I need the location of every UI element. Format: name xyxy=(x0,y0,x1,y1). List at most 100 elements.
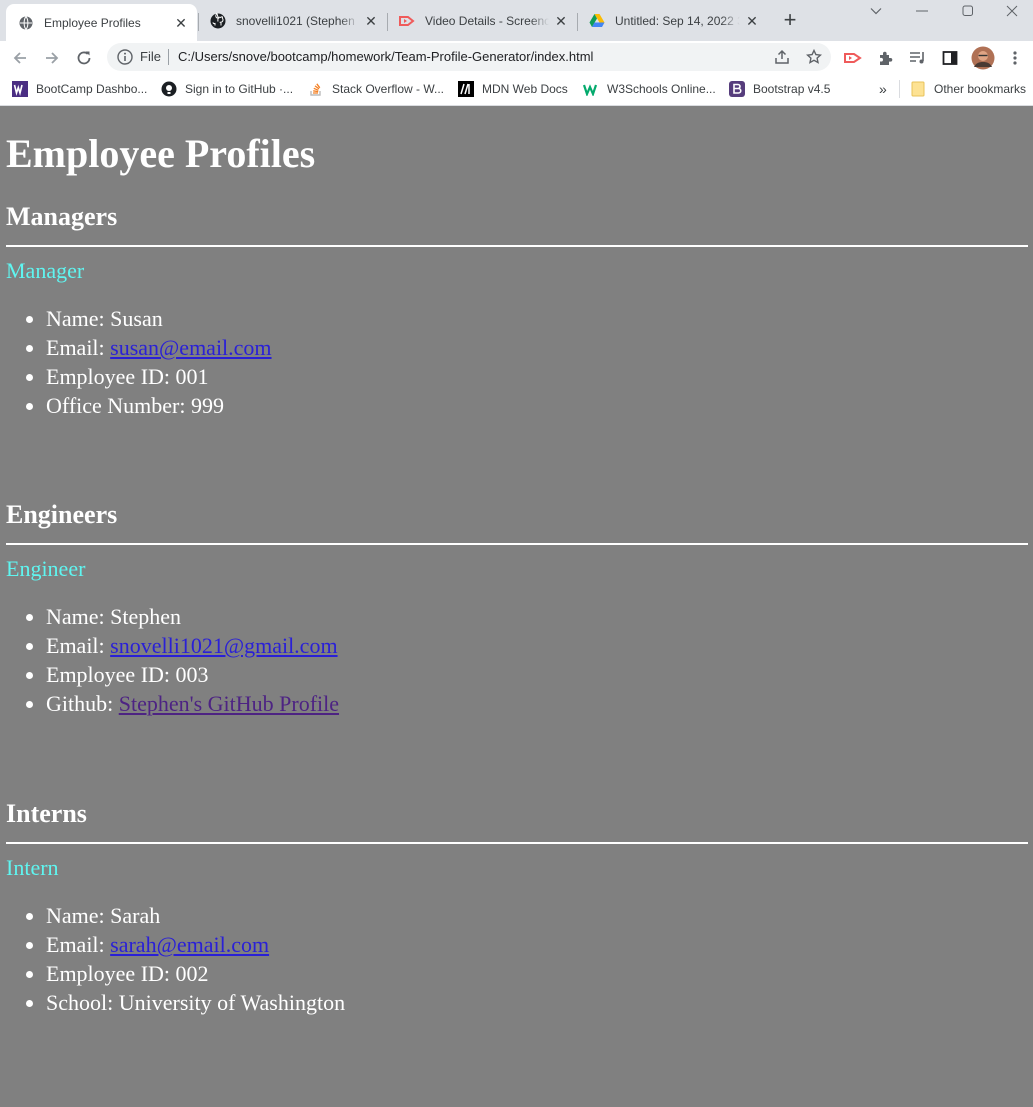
info-icon[interactable] xyxy=(117,49,133,65)
employee-name: Sarah xyxy=(110,903,161,928)
github-profile-link[interactable]: Stephen's GitHub Profile xyxy=(119,691,339,716)
browser-chrome: Employee Profiles ✕ snovelli1021 (Stephe… xyxy=(0,0,1033,106)
bootcamp-icon xyxy=(12,81,28,97)
office-number-item: Office Number: 999 xyxy=(46,391,272,420)
globe-icon xyxy=(18,15,34,31)
bookmarks-overflow-button[interactable]: » xyxy=(879,80,887,98)
address-bar[interactable]: File C:/Users/snove/bootcamp/homework/Te… xyxy=(107,43,831,71)
more-menu-icon[interactable] xyxy=(1005,48,1025,68)
close-window-icon[interactable] xyxy=(989,0,1033,22)
name-item: Name: Susan xyxy=(46,304,272,333)
close-tab-icon[interactable]: ✕ xyxy=(553,13,569,29)
tab-video-details[interactable]: Video Details - Screenca ✕ xyxy=(387,6,577,36)
bookmark-stackoverflow[interactable]: Stack Overflow - W... xyxy=(308,80,444,98)
tab-title: Untitled: Sep 14, 2022 3 xyxy=(615,14,740,28)
mdn-icon xyxy=(458,81,474,97)
email-link[interactable]: snovelli1021@gmail.com xyxy=(110,633,337,658)
employee-id: 003 xyxy=(175,662,209,687)
page-title: Employee Profiles xyxy=(6,131,316,176)
tab-strip: Employee Profiles ✕ snovelli1021 (Stephe… xyxy=(0,0,1033,41)
role-title: Engineer xyxy=(6,556,86,581)
stackoverflow-icon xyxy=(308,81,324,97)
name-item: Name: Stephen xyxy=(46,602,339,631)
tab-search-icon[interactable] xyxy=(853,0,899,22)
section-heading: Managers xyxy=(6,202,118,231)
employee-id-item: Employee ID: 001 xyxy=(46,362,272,391)
employee-id-item: Employee ID: 002 xyxy=(46,959,345,988)
role-title: Manager xyxy=(6,258,85,283)
section-heading: Engineers xyxy=(6,500,118,529)
new-tab-button[interactable]: + xyxy=(779,9,801,32)
bookmark-label: Other bookmarks xyxy=(934,82,1027,96)
bookmark-label: Bootstrap v4.5 xyxy=(753,82,831,96)
bookmark-mdn[interactable]: MDN Web Docs xyxy=(458,80,568,98)
github-icon xyxy=(161,81,177,97)
profile-avatar[interactable] xyxy=(971,46,995,70)
employee-id: 002 xyxy=(175,961,209,986)
email-link[interactable]: susan@email.com xyxy=(110,335,271,360)
role-title: Intern xyxy=(6,855,59,880)
section-divider xyxy=(6,245,1028,247)
w3schools-icon xyxy=(583,81,599,97)
email-item: Email: susan@email.com xyxy=(46,333,272,362)
tab-google-drive[interactable]: Untitled: Sep 14, 2022 3 ✕ xyxy=(577,6,768,36)
minimize-window-icon[interactable] xyxy=(899,0,945,22)
browser-toolbar: File C:/Users/snove/bootcamp/homework/Te… xyxy=(0,41,1033,74)
tab-title: Video Details - Screenca xyxy=(425,14,549,28)
bookmark-label: BootCamp Dashbo... xyxy=(36,82,148,96)
bookmark-github[interactable]: Sign in to GitHub ·... xyxy=(161,80,293,98)
close-tab-icon[interactable]: ✕ xyxy=(363,13,379,29)
bookmark-bootcamp[interactable]: BootCamp Dashbo... xyxy=(12,80,147,98)
bootstrap-icon xyxy=(729,81,745,97)
section-divider xyxy=(6,842,1028,844)
bookmark-w3schools[interactable]: W3Schools Online... xyxy=(583,80,716,98)
close-tab-icon[interactable]: ✕ xyxy=(744,13,760,29)
employee-details-list: Name: Sarah Email: sarah@email.com Emplo… xyxy=(0,901,345,1017)
forward-arrow-icon[interactable] xyxy=(39,45,65,71)
back-arrow-icon[interactable] xyxy=(7,45,33,71)
school-item: School: University of Washington xyxy=(46,988,345,1017)
tab-title: Employee Profiles xyxy=(44,15,141,30)
bookmark-label: Stack Overflow - W... xyxy=(332,82,445,96)
url-text[interactable]: C:/Users/snove/bootcamp/homework/Team-Pr… xyxy=(178,49,593,64)
bookmark-bootstrap[interactable]: Bootstrap v4.5 xyxy=(729,80,830,98)
github-icon xyxy=(210,13,226,29)
extensions-puzzle-icon[interactable] xyxy=(876,48,896,68)
office-number: 999 xyxy=(191,393,224,418)
bookmark-label: Sign in to GitHub ·... xyxy=(185,82,294,96)
employee-id-item: Employee ID: 003 xyxy=(46,660,339,689)
other-bookmarks-folder[interactable]: Other bookmarks xyxy=(910,80,1026,98)
email-item: Email: snovelli1021@gmail.com xyxy=(46,631,339,660)
screencastify-extension-icon[interactable] xyxy=(843,48,863,68)
employee-name: Stephen xyxy=(110,604,182,629)
name-item: Name: Sarah xyxy=(46,901,345,930)
folder-icon xyxy=(910,81,926,97)
screencastify-icon xyxy=(399,13,415,29)
google-drive-icon xyxy=(589,13,605,29)
bookmarks-divider xyxy=(899,80,900,98)
tab-title: snovelli1021 (Stephen N xyxy=(236,14,359,28)
media-controls-icon[interactable] xyxy=(908,48,928,68)
bookmark-label: W3Schools Online... xyxy=(607,82,716,96)
share-icon[interactable] xyxy=(773,48,791,66)
bookmarks-bar: BootCamp Dashbo... Sign in to GitHub ·..… xyxy=(0,74,1033,106)
employee-name: Susan xyxy=(110,306,163,331)
close-tab-icon[interactable]: ✕ xyxy=(173,15,189,31)
tab-employee-profiles[interactable]: Employee Profiles ✕ xyxy=(6,4,197,41)
side-panel-icon[interactable] xyxy=(940,48,960,68)
employee-id: 001 xyxy=(175,364,209,389)
bookmark-star-icon[interactable] xyxy=(805,48,823,66)
page-content: Employee Profiles Managers Manager Name:… xyxy=(0,106,1033,1107)
bookmark-label: MDN Web Docs xyxy=(482,82,568,96)
restore-window-icon[interactable] xyxy=(945,0,991,22)
employee-details-list: Name: Susan Email: susan@email.com Emplo… xyxy=(0,304,272,420)
scheme-label: File xyxy=(140,49,161,64)
section-heading: Interns xyxy=(6,799,87,828)
employee-details-list: Name: Stephen Email: snovelli1021@gmail.… xyxy=(0,602,339,718)
reload-icon[interactable] xyxy=(71,45,97,71)
school-name: University of Washington xyxy=(118,990,346,1015)
github-item: Github: Stephen's GitHub Profile xyxy=(46,689,339,718)
section-divider xyxy=(6,543,1028,545)
email-link[interactable]: sarah@email.com xyxy=(110,932,269,957)
tab-github[interactable]: snovelli1021 (Stephen N ✕ xyxy=(198,6,387,36)
